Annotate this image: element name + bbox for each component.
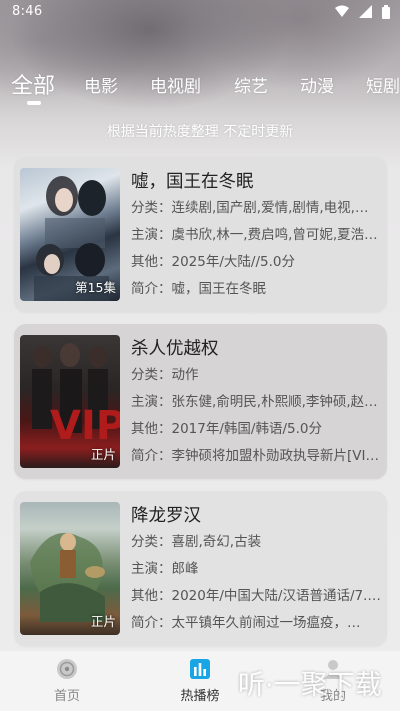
list-item[interactable]: VIP 正片 杀人优越权 分类：动作 主演：张东健,俞明民,朴熙顺,李钟硕,赵…… [14,324,387,479]
tab-movie[interactable]: 电影 [84,72,118,97]
item-cast: 主演：张东健,俞明民,朴熙顺,李钟硕,赵… [131,394,378,410]
status-bar: 8:46 [0,0,400,24]
nav-home-label: 首页 [53,689,80,704]
item-other: 其他：2017年/韩国/韩语/5.0分 [131,421,322,437]
item-other: 其他：2020年/中国大陆/汉语普通话/7.0… [131,588,381,604]
item-title: 降龙罗汉 [131,506,201,526]
item-title: 杀人优越权 [131,339,219,359]
list-item[interactable]: 第15集 嘘，国王在冬眠 分类：连续剧,国产剧,爱情,剧情,电视,连续 主演：虞… [14,157,387,312]
item-other: 其他：2025年/大陆//5.0分 [131,254,295,270]
tab-short-drama[interactable]: 短剧 [366,72,400,97]
tab-tv-series[interactable]: 电视剧 [150,72,201,97]
item-info: 嘘，国王在冬眠 分类：连续剧,国产剧,爱情,剧情,电视,连续 主演：虞书欣,林一… [131,169,381,303]
tab-anime[interactable]: 动漫 [300,72,334,97]
item-info: 降龙罗汉 分类：喜剧,奇幻,古装 主演：郎峰 其他：2020年/中国大陆/汉语普… [131,503,381,637]
poster-image: 正片 [20,502,120,635]
item-cast: 主演：郎峰 [131,561,199,577]
home-icon [57,659,77,679]
ranking-subtitle: 根据当前热度整理 不定时更新 [106,124,294,140]
wifi-icon [334,5,349,17]
nav-hot-ranking[interactable]: 热播榜 [160,657,240,704]
nav-home[interactable]: 首页 [27,657,107,704]
episode-badge: 正片 [90,614,116,629]
poster-image: VIP 正片 [20,335,120,468]
item-intro: 简介：嘘，国王在冬眠 [131,281,266,297]
item-title: 嘘，国王在冬眠 [131,172,254,192]
category-tabs: 全部 电影 电视剧 综艺 动漫 短剧 [0,64,400,108]
tab-variety[interactable]: 综艺 [234,72,268,97]
signal-icon [358,5,372,18]
item-category: 分类：喜剧,奇幻,古装 [131,534,262,550]
watermark-text: 听·一聚下载 [238,670,382,701]
episode-badge: 正片 [90,447,116,462]
item-intro: 简介：太平镇年久前闹过一场瘟疫，… [131,615,361,631]
episode-badge: 第15集 [75,280,116,295]
item-category: 分类：动作 [131,367,199,383]
svg-text:VIP: VIP [50,403,120,449]
item-info: 杀人优越权 分类：动作 主演：张东健,俞明民,朴熙顺,李钟硕,赵… 其他：201… [131,336,381,470]
active-tab-indicator [27,101,41,105]
tab-all[interactable]: 全部 [11,68,55,100]
status-icons [329,5,390,19]
item-intro: 简介：李钟硕将加盟朴勋政执导新片[VIP… [131,448,381,464]
list-item[interactable]: 正片 降龙罗汉 分类：喜剧,奇幻,古装 主演：郎峰 其他：2020年/中国大陆/… [14,491,387,646]
nav-hot-ranking-label: 热播榜 [180,689,220,704]
item-category: 分类：连续剧,国产剧,爱情,剧情,电视,连续 [131,200,381,216]
chart-icon [190,659,210,679]
item-cast: 主演：虞书欣,林一,费启鸣,曾可妮,夏浩… [131,227,378,243]
battery-icon [382,5,390,19]
poster-image: 第15集 [20,168,120,301]
status-time: 8:46 [12,4,43,19]
